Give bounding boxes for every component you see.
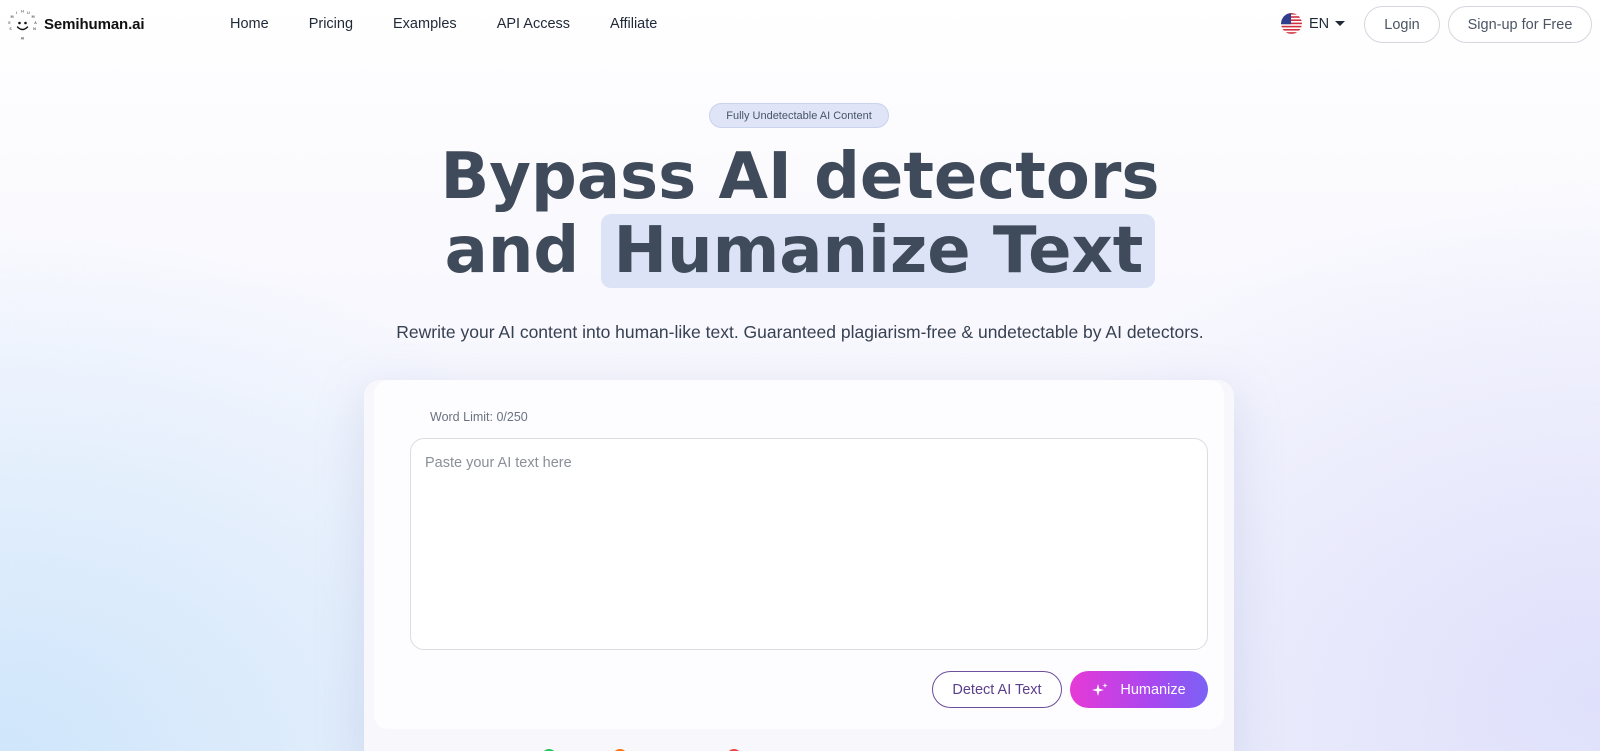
us-flag-icon (1281, 13, 1302, 34)
svg-text:A: A (34, 21, 37, 25)
language-selector[interactable]: EN (1281, 13, 1346, 34)
svg-text:H: H (21, 10, 24, 14)
login-button[interactable]: Login (1364, 6, 1440, 43)
ai-text-input[interactable] (410, 438, 1208, 650)
headline-highlight: Humanize Text (601, 214, 1156, 288)
brand-name: Semihuman.ai (44, 16, 145, 33)
word-limit-counter: Word Limit: 0/250 (430, 410, 528, 424)
humanize-button[interactable]: Humanize (1070, 671, 1208, 708)
hero-subtitle: Rewrite your AI content into human-like … (396, 322, 1204, 342)
humanize-label: Humanize (1120, 681, 1186, 698)
svg-text:M: M (10, 15, 13, 19)
svg-text:N: N (33, 27, 36, 31)
sparkle-icon (1092, 682, 1108, 696)
signup-button[interactable]: Sign-up for Free (1448, 6, 1592, 43)
nav-home[interactable]: Home (230, 16, 269, 32)
nav-api-access[interactable]: API Access (497, 16, 570, 32)
brand-logo[interactable]: H U M A N I M E S AI Semihuman.ai (6, 8, 145, 41)
nav-affiliate[interactable]: Affiliate (610, 16, 657, 32)
svg-text:S: S (9, 27, 12, 31)
caret-down-icon (1335, 21, 1346, 26)
top-navbar: H U M A N I M E S AI Semihuman.ai Home P… (0, 0, 1600, 48)
hero-headline: Bypass AI detectors and Humanize Text (0, 140, 1600, 288)
svg-text:AI: AI (21, 37, 25, 41)
hero-badge: Fully Undetectable AI Content (709, 103, 889, 128)
editor-panel: Word Limit: 0/250 Detect AI Text Humaniz… (374, 380, 1224, 729)
detect-ai-text-button[interactable]: Detect AI Text (932, 671, 1062, 708)
headline-line-1: Bypass AI detectors (440, 140, 1160, 214)
svg-text:U: U (27, 11, 30, 15)
svg-text:M: M (31, 15, 34, 19)
headline-prefix: and (444, 214, 602, 288)
language-label: EN (1309, 15, 1330, 32)
svg-text:I: I (16, 11, 17, 15)
main-nav: Home Pricing Examples API Access Affilia… (230, 0, 697, 48)
humanizer-card: Word Limit: 0/250 Detect AI Text Humaniz… (364, 380, 1234, 751)
smiley-logo-icon: H U M A N I M E S AI (8, 10, 37, 41)
nav-examples[interactable]: Examples (393, 16, 457, 32)
headline-line-2: and Humanize Text (0, 214, 1600, 288)
svg-text:E: E (8, 21, 11, 25)
nav-pricing[interactable]: Pricing (309, 16, 353, 32)
